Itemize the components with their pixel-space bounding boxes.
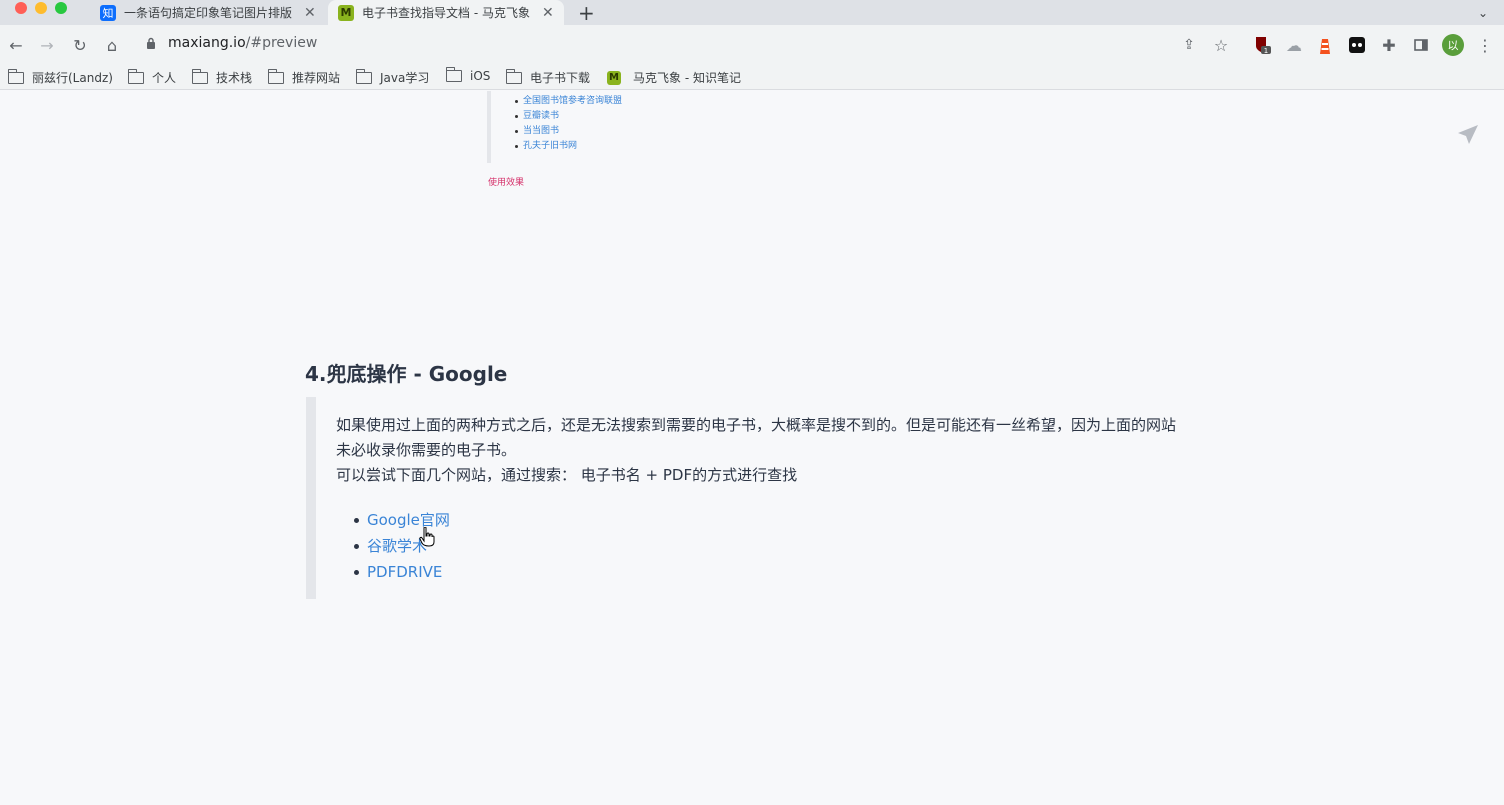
- close-tab-icon[interactable]: ✕: [304, 5, 316, 21]
- paragraph-line: 可以尝试下面几个网站，通过搜索： 电子书名 + PDF的方式进行查找: [336, 466, 798, 484]
- pdfdrive-link[interactable]: PDFDRIVE: [367, 563, 442, 581]
- extension-badge: 1: [1264, 47, 1268, 55]
- zoom-window-button[interactable]: [55, 2, 67, 14]
- list-item[interactable]: 全国图书馆参考咨询联盟: [514, 94, 622, 109]
- list-item: Google官网: [354, 507, 450, 533]
- paragraph-line: 如果使用过上面的两种方式之后，还是无法搜索到需要的电子书，大概率是搜不到的。但是…: [336, 416, 1177, 459]
- bookmark-folder[interactable]: 推荐网站: [267, 68, 340, 86]
- extensions-puzzle-icon[interactable]: ✚: [1377, 33, 1401, 57]
- previous-link-list: 全国图书馆参考咨询联盟 豆瓣读书 当当图书 孔夫子旧书网: [514, 94, 622, 154]
- blockquote-bar: [306, 397, 316, 599]
- bookmark-folder[interactable]: 个人: [127, 68, 176, 86]
- google-link[interactable]: Google官网: [367, 511, 450, 529]
- extension-cloud-icon[interactable]: ☁: [1282, 33, 1306, 57]
- url-path: /#preview: [245, 35, 318, 51]
- extension-dark-icon[interactable]: [1345, 33, 1369, 57]
- list-item: 谷歌学术: [354, 533, 450, 559]
- send-icon[interactable]: [1457, 124, 1479, 146]
- share-icon[interactable]: ⇪: [1177, 33, 1201, 57]
- tab-maxiang[interactable]: M 电子书查找指导文档 - 马克飞象 ✕: [328, 0, 564, 25]
- back-icon[interactable]: ←: [4, 33, 28, 57]
- folder-icon: [127, 68, 144, 84]
- more-menu-icon[interactable]: ⋮: [1473, 33, 1497, 57]
- maxiang-favicon-icon: M: [338, 4, 354, 21]
- bookmark-folder[interactable]: 电子书下载: [505, 68, 590, 86]
- side-panel-icon[interactable]: [1409, 33, 1433, 57]
- list-item[interactable]: 当当图书: [514, 124, 622, 139]
- lock-icon: [146, 37, 156, 49]
- search-site-list: Google官网 谷歌学术 PDFDRIVE: [354, 507, 450, 585]
- zhihu-favicon-icon: 知: [100, 4, 116, 21]
- url-host: maxiang.io: [168, 35, 246, 51]
- address-bar[interactable]: maxiang.io/#preview: [146, 35, 317, 51]
- tab-title: 一条语句搞定印象笔记图片排版: [124, 6, 293, 20]
- tab-zhihu[interactable]: 知 一条语句搞定印象笔记图片排版 ✕: [92, 0, 326, 25]
- home-icon[interactable]: ⌂: [100, 33, 124, 57]
- bookmark-folder[interactable]: Java学习: [355, 68, 429, 86]
- section-heading: 4.兜底操作 - Google: [305, 362, 508, 386]
- extension-lighthouse-icon[interactable]: [1313, 33, 1337, 57]
- folder-icon: [355, 68, 372, 84]
- ublock-extension-icon[interactable]: 1: [1250, 33, 1274, 57]
- blockquote-text: 如果使用过上面的两种方式之后，还是无法搜索到需要的电子书，大概率是搜不到的。但是…: [336, 413, 1176, 488]
- folder-icon: [191, 68, 208, 84]
- tab-search-chevron-icon[interactable]: ⌄: [1478, 0, 1488, 25]
- bookmark-folder[interactable]: iOS: [445, 67, 490, 83]
- bookmarks-bar: 丽兹行(Landz) 个人 技术栈 推荐网站 Java学习 iOS 电子书下载 …: [0, 65, 1504, 90]
- hand-cursor-icon: [419, 526, 435, 547]
- folder-icon: [7, 68, 24, 84]
- close-window-button[interactable]: [15, 2, 27, 14]
- bookmark-folder[interactable]: 技术栈: [191, 68, 252, 86]
- tab-strip: 知 一条语句搞定印象笔记图片排版 ✕ M 电子书查找指导文档 - 马克飞象 ✕ …: [0, 0, 1504, 25]
- maxiang-favicon-icon: M: [607, 70, 621, 85]
- forward-icon[interactable]: →: [35, 33, 59, 57]
- minimize-window-button[interactable]: [35, 2, 47, 14]
- bookmark-maxiang[interactable]: M 马克飞象 - 知识笔记: [607, 69, 741, 86]
- close-tab-icon[interactable]: ✕: [542, 5, 554, 21]
- blockquote-bar: [487, 91, 491, 163]
- bookmark-star-icon[interactable]: ☆: [1209, 33, 1233, 57]
- preview-page: 全国图书馆参考咨询联盟 豆瓣读书 当当图书 孔夫子旧书网 使用效果 4.兜底操作…: [0, 91, 1504, 805]
- image-caption: 使用效果: [488, 178, 525, 188]
- new-tab-button[interactable]: +: [578, 0, 595, 25]
- list-item: PDFDRIVE: [354, 559, 450, 585]
- folder-icon: [445, 67, 462, 82]
- folder-icon: [505, 68, 522, 84]
- folder-icon: [267, 68, 284, 84]
- profile-avatar[interactable]: 以: [1441, 33, 1465, 57]
- browser-toolbar: ← → ↻ ⌂ maxiang.io/#preview ⇪ ☆ 1 ☁ ✚ 以 …: [0, 25, 1504, 65]
- list-item[interactable]: 豆瓣读书: [514, 109, 622, 124]
- tab-title: 电子书查找指导文档 - 马克飞象: [362, 6, 530, 20]
- bookmark-folder[interactable]: 丽兹行(Landz): [7, 68, 113, 86]
- google-scholar-link[interactable]: 谷歌学术: [367, 537, 427, 555]
- reload-icon[interactable]: ↻: [68, 33, 92, 57]
- list-item[interactable]: 孔夫子旧书网: [514, 139, 622, 154]
